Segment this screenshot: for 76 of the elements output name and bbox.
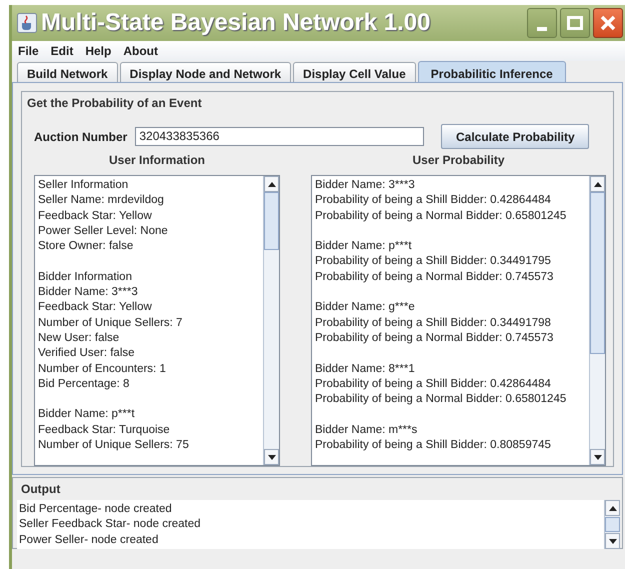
text-line: Probability of being a Normal Bidder: 0.65801245 [315,208,568,224]
java-cup-icon [17,13,37,33]
text-line: Probability of being a Shill Bidder: 0.34491798 [315,316,552,331]
text-line: Bidder Name: 3***3 [315,178,416,193]
text-line: Probability of being a Normal Bidder: 0.65801245 [315,392,568,408]
text-line: Bid Percentage: 8 [38,376,130,392]
text-line: Probability of being a Shill Bidder: 0.80859745 [315,438,552,454]
minimize-button[interactable] [527,8,557,38]
text-line: Bidder Name: 3***3 [38,285,139,300]
tab[interactable]: Display Node and Network [120,62,292,82]
up-arrow-icon [608,506,616,510]
maximize-icon [567,16,583,30]
scroll-up-button[interactable] [590,176,605,192]
down-arrow-icon [608,538,616,544]
scroll-down-button[interactable] [605,533,620,549]
tab[interactable]: Display Cell Value [293,62,416,82]
text-line: Number of Encounters: 1 [38,362,167,377]
maximize-button[interactable] [560,8,590,38]
auction-number-label: Auction Number [34,128,128,146]
user-information-heading: User Information [108,152,205,169]
down-arrow-icon [268,454,276,460]
tab[interactable]: Build Network [17,62,118,82]
text-line: Bidder Name: 8***1 [315,362,416,377]
up-arrow-icon [268,182,276,186]
text-line: New User: false [38,330,120,346]
text-area[interactable] [34,175,280,466]
tab[interactable]: Probabilitic Inference [418,61,566,82]
output-line: Seller Feedback Star- node created [19,517,202,532]
text-line: Seller Information [38,178,130,193]
scroll-thumb[interactable] [264,192,279,250]
scroll-down-button[interactable] [590,449,605,465]
output-title: Output [21,481,62,498]
scroll-up-button[interactable] [605,500,620,516]
window-title: Multi-State Bayesian Network 1.00 [41,8,432,38]
text-line: Bidder Name: g***e [315,300,416,316]
text-line: Probability of being a Shill Bidder: 0.42864484 [315,193,552,208]
text-line: Power Seller Level: None [38,224,169,239]
calculate-probability-button[interactable]: Calculate Probability [441,124,590,149]
text-line: Probability of being a Normal Bidder: 0.745573 [315,330,554,346]
text-line: Bidder Name: p***t [315,239,413,254]
menu-item[interactable]: Edit [50,42,74,60]
text-line: Feedback Star: Yellow [38,300,153,316]
text-line: Bidder Name: m***s [315,422,418,438]
scrollbar[interactable] [263,176,279,465]
output-line: Bid Percentage- node created [19,502,173,517]
user-probability-heading: User Probability [412,152,505,169]
close-button[interactable] [593,8,623,38]
scroll-thumb[interactable] [605,517,620,532]
scroll-thumb[interactable] [590,192,605,354]
text-line: Bidder Information [38,270,133,285]
text-line: Store Owner: false [38,239,134,254]
text-area[interactable] [311,175,606,466]
text-line: Number of Unique Sellers: 7 [38,316,184,331]
scroll-down-button[interactable] [264,449,279,465]
scrollbar[interactable] [589,176,605,465]
down-arrow-icon [594,454,602,460]
text-line: Number of Unique Sellers: 75 [38,438,190,454]
text-line: Probability of being a Shill Bidder: 0.34491795 [315,254,552,270]
group-title: Get the Probability of an Event [27,95,203,112]
menu-item[interactable]: About [123,42,158,60]
auction-number-field[interactable]: 320433835366 [135,127,424,146]
output-line: Power Seller- node created [19,532,160,548]
minimize-icon [537,27,547,31]
menu-item[interactable]: File [18,42,39,60]
text-line: Probability of being a Normal Bidder: 0.745573 [315,270,554,285]
scrollbar[interactable] [604,500,620,549]
text-line: Verified User: false [38,346,136,362]
close-icon [600,15,616,31]
scroll-up-button[interactable] [264,176,279,192]
text-line: Bidder Name: p***t [38,407,136,422]
text-line: Feedback Star: Yellow [38,208,153,224]
text-line: Probability of being a Shill Bidder: 0.42864484 [315,376,552,392]
text-line: Seller Name: mrdevildog [38,193,165,208]
menu-item[interactable]: Help [85,42,112,60]
up-arrow-icon [594,182,602,186]
text-line: Feedback Star: Turquoise [38,422,171,438]
